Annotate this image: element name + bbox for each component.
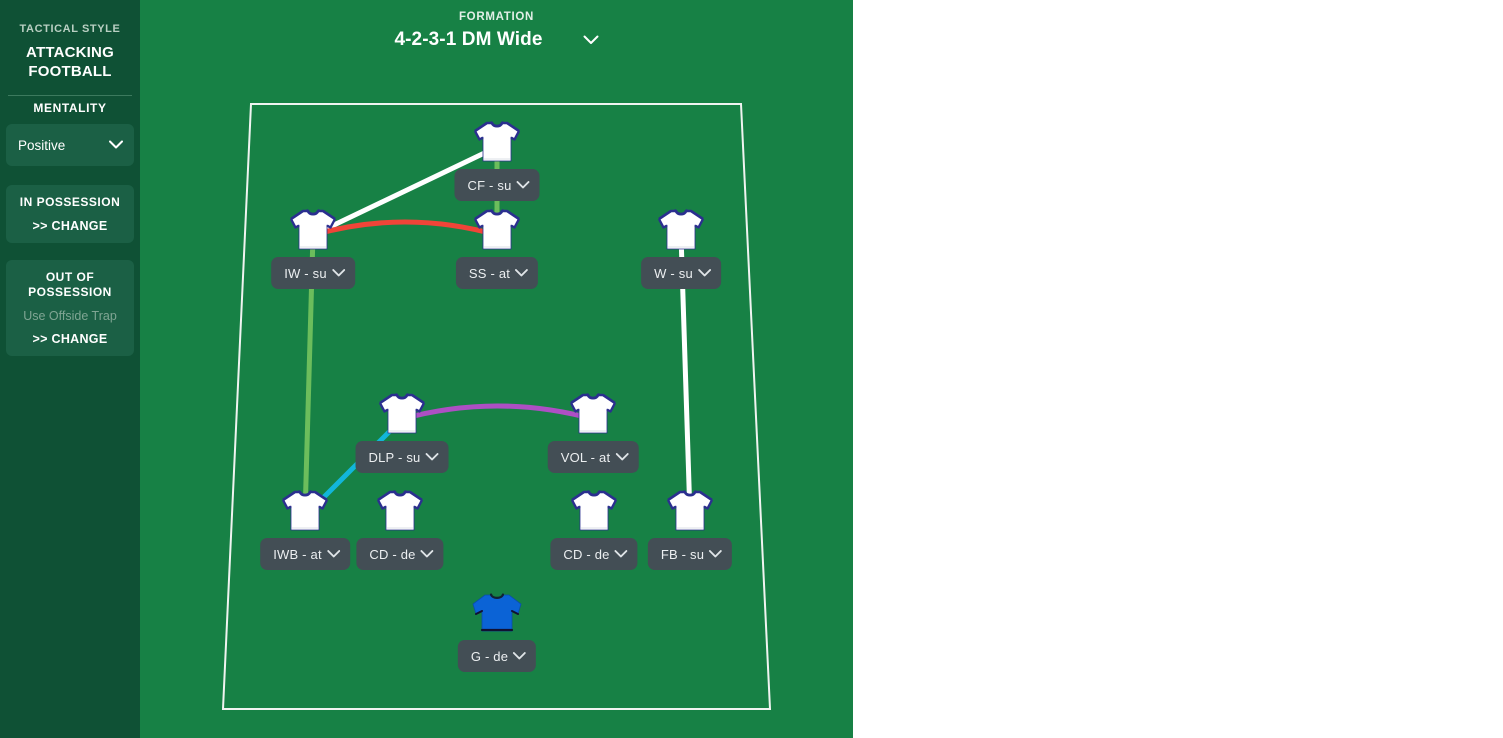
player-kit-icon[interactable] bbox=[664, 488, 716, 534]
player-kit-icon[interactable] bbox=[376, 391, 428, 437]
in-possession-title: IN POSSESSION bbox=[19, 195, 121, 209]
empty-right-panel bbox=[853, 0, 1503, 738]
out-of-possession-change-button[interactable]: >> CHANGE bbox=[14, 332, 126, 346]
player-kit-icon[interactable] bbox=[567, 391, 619, 437]
role-label-iw: IW - su bbox=[284, 265, 327, 281]
chevron-down-icon bbox=[331, 269, 345, 277]
sidebar-divider bbox=[8, 95, 132, 96]
tactical-style-label: TACTICAL STYLE bbox=[19, 23, 121, 35]
role-label-iwb: IWB - at bbox=[273, 546, 322, 562]
out-of-possession-title: OUT OF POSSESSION bbox=[28, 270, 112, 299]
chevron-down-icon bbox=[420, 550, 434, 558]
player-kit-icon[interactable] bbox=[287, 207, 339, 253]
role-label-cdl: CD - de bbox=[369, 546, 416, 562]
pitch-area: FORMATION 4-2-3-1 DM Wide CF - su IW - s… bbox=[140, 0, 853, 738]
role-select-ss[interactable]: SS - at bbox=[455, 257, 539, 289]
role-select-fb[interactable]: FB - su bbox=[647, 538, 733, 570]
chevron-down-icon bbox=[425, 453, 439, 461]
player-kit-icon[interactable] bbox=[279, 488, 331, 534]
out-of-possession-panel[interactable]: OUT OF POSSESSION Use Offside Trap >> CH… bbox=[6, 260, 134, 356]
link-dlp-vol bbox=[399, 403, 596, 422]
in-possession-change-button[interactable]: >> CHANGE bbox=[14, 219, 126, 233]
player-kit-icon[interactable] bbox=[471, 119, 523, 165]
goalkeeper-kit-icon[interactable] bbox=[471, 590, 523, 636]
role-select-w[interactable]: W - su bbox=[641, 257, 721, 289]
role-select-iw[interactable]: IW - su bbox=[271, 257, 355, 289]
role-label-cdr: CD - de bbox=[563, 546, 610, 562]
player-kit-icon[interactable] bbox=[568, 488, 620, 534]
role-select-cf[interactable]: CF - su bbox=[454, 169, 540, 201]
role-select-gk[interactable]: G - de bbox=[457, 640, 537, 672]
role-label-fb: FB - su bbox=[660, 546, 705, 562]
sidebar: TACTICAL STYLE ATTACKING FOOTBALL MENTAL… bbox=[0, 0, 140, 738]
chevron-down-icon bbox=[709, 550, 723, 558]
player-kit-icon[interactable] bbox=[655, 207, 707, 253]
role-select-cdl[interactable]: CD - de bbox=[356, 538, 444, 570]
chevron-down-icon bbox=[614, 550, 628, 558]
player-kit-icon[interactable] bbox=[471, 207, 523, 253]
mentality-select[interactable]: Positive bbox=[6, 124, 134, 166]
role-select-iwb[interactable]: IWB - at bbox=[260, 538, 350, 570]
role-select-dlp[interactable]: DLP - su bbox=[355, 441, 449, 473]
role-select-vol[interactable]: VOL - at bbox=[547, 441, 639, 473]
chevron-down-icon bbox=[615, 453, 629, 461]
chevron-down-icon bbox=[513, 652, 527, 660]
role-label-cf: CF - su bbox=[467, 177, 512, 193]
out-of-possession-instruction: Use Offside Trap bbox=[23, 309, 117, 323]
tactical-style-value: ATTACKING FOOTBALL bbox=[26, 44, 114, 80]
chevron-down-icon bbox=[109, 140, 123, 150]
chevron-down-icon bbox=[326, 550, 340, 558]
role-select-cdr[interactable]: CD - de bbox=[550, 538, 638, 570]
role-label-w: W - su bbox=[654, 265, 693, 281]
in-possession-panel[interactable]: IN POSSESSION >> CHANGE bbox=[6, 185, 134, 243]
tactics-screen: TACTICAL STYLE ATTACKING FOOTBALL MENTAL… bbox=[0, 0, 1503, 738]
chevron-down-icon bbox=[516, 181, 530, 189]
mentality-label: MENTALITY bbox=[33, 101, 107, 115]
chevron-down-icon bbox=[697, 269, 711, 277]
role-label-gk: G - de bbox=[470, 648, 509, 664]
player-kit-icon[interactable] bbox=[374, 488, 426, 534]
role-label-dlp: DLP - su bbox=[368, 449, 421, 465]
chevron-down-icon bbox=[515, 269, 529, 277]
role-label-ss: SS - at bbox=[468, 265, 511, 281]
role-label-vol: VOL - at bbox=[560, 449, 611, 465]
mentality-value: Positive bbox=[18, 137, 66, 153]
